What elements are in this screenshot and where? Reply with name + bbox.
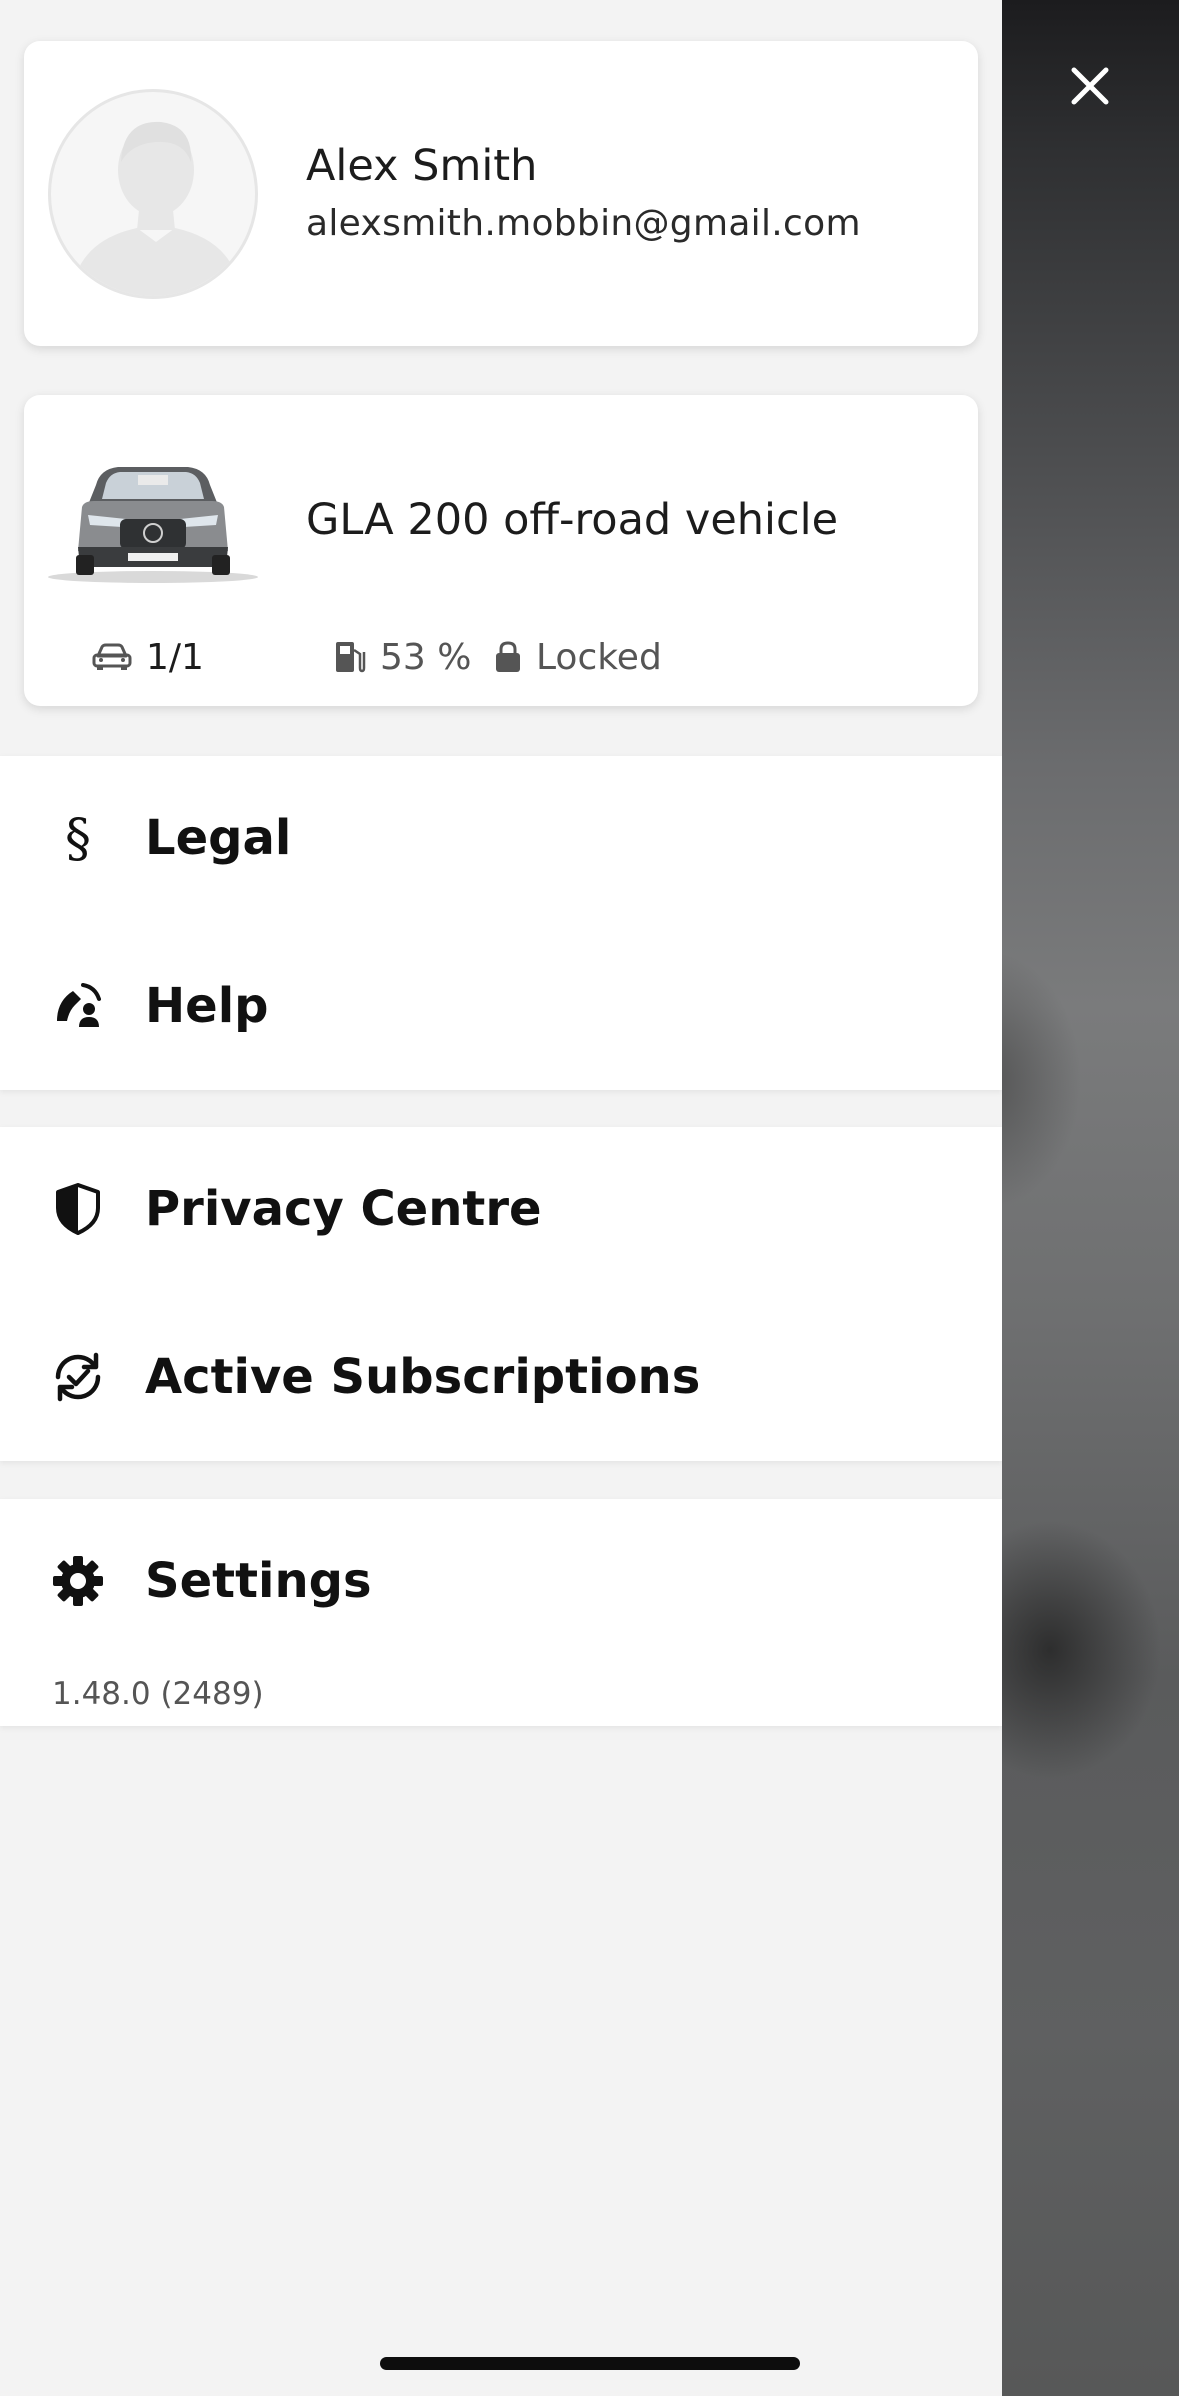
profile-card[interactable]: Alex Smith alexsmith.mobbin@gmail.com	[24, 41, 978, 346]
lock-status-text: Locked	[536, 636, 662, 678]
side-drawer: Alex Smith alexsmith.mobbin@gmail.com GL…	[0, 0, 1002, 2396]
avatar	[48, 89, 258, 299]
phone-support-icon	[50, 978, 106, 1034]
home-indicator	[380, 2357, 800, 2370]
menu-item-label: Privacy Centre	[145, 1181, 542, 1237]
menu-item-help[interactable]: Help	[0, 946, 1002, 1066]
section-sign-icon: §	[50, 810, 106, 866]
profile-email: alexsmith.mobbin@gmail.com	[306, 203, 861, 244]
vehicle-image	[48, 455, 258, 585]
profile-name: Alex Smith	[306, 141, 538, 191]
refresh-check-icon	[50, 1349, 106, 1405]
menu-item-label: Active Subscriptions	[145, 1349, 701, 1405]
menu-item-label: Legal	[145, 810, 292, 866]
fuel-level-text: 53 %	[380, 636, 472, 678]
car-icon	[92, 643, 132, 670]
shield-icon	[50, 1181, 106, 1237]
lock-icon	[496, 641, 520, 672]
vehicle-card[interactable]: GLA 200 off-road vehicle 1/1 53 % Locked	[24, 395, 978, 706]
menu-item-privacy-centre[interactable]: Privacy Centre	[0, 1149, 1002, 1269]
app-version: 1.48.0 (2489)	[52, 1676, 264, 1712]
menu-section-info: § Legal Help	[0, 756, 1002, 1090]
vehicle-count: 1/1	[92, 635, 204, 679]
menu-section-settings: Settings 1.48.0 (2489)	[0, 1499, 1002, 1726]
menu-item-active-subscriptions[interactable]: Active Subscriptions	[0, 1317, 1002, 1437]
close-button[interactable]	[1064, 60, 1116, 112]
menu-section-account: Privacy Centre Active Subscriptions	[0, 1127, 1002, 1461]
svg-text:§: §	[65, 810, 91, 866]
menu-item-label: Help	[145, 978, 269, 1034]
vehicle-name: GLA 200 off-road vehicle	[306, 495, 839, 545]
close-icon	[1071, 67, 1109, 105]
dimmed-background[interactable]	[1002, 0, 1179, 2396]
menu-item-settings[interactable]: Settings	[0, 1521, 1002, 1641]
menu-item-legal[interactable]: § Legal	[0, 778, 1002, 898]
lock-status: Locked	[494, 635, 662, 679]
fuel-pump-icon	[336, 642, 366, 673]
vehicle-count-text: 1/1	[146, 636, 204, 678]
avatar-placeholder-icon	[71, 121, 241, 296]
vehicle-stats: 1/1 53 % Locked	[92, 635, 952, 679]
fuel-level: 53 %	[334, 635, 471, 679]
gear-icon	[50, 1553, 106, 1609]
menu-item-label: Settings	[145, 1553, 372, 1609]
